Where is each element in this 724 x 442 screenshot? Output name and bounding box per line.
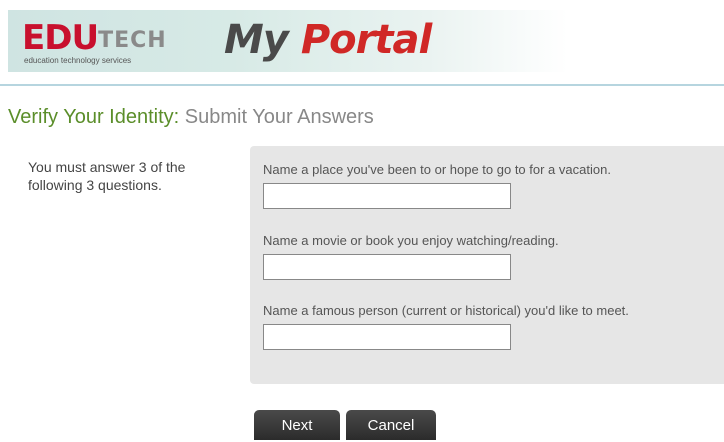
edutech-logo: EDUTECH education technology services [22,18,192,68]
questions-panel: Name a place you've been to or hope to g… [250,146,724,384]
page-title: Verify Your Identity: Submit Your Answer… [8,104,374,130]
question-3-label: Name a famous person (current or histori… [263,303,629,318]
question-1-answer-input[interactable] [263,183,511,209]
portal-title-portal: Portal [300,17,432,63]
header-divider [0,84,724,86]
question-2-label: Name a movie or book you enjoy watching/… [263,233,559,248]
logo-tagline: education technology services [24,56,132,65]
portal-title-my: My [224,17,289,63]
page-title-secondary: Submit Your Answers [184,106,374,128]
logo-edu-text: EDU [22,18,99,58]
question-3-answer-input[interactable] [263,324,511,350]
header-banner: EDUTECH education technology services My… [8,10,568,72]
logo-tech-text: TECH [98,28,167,53]
question-1-label: Name a place you've been to or hope to g… [263,162,611,177]
portal-title: My Portal [224,16,432,64]
instructions-text: You must answer 3 of the following 3 que… [28,159,186,193]
question-2-answer-input[interactable] [263,254,511,280]
page-title-primary: Verify Your Identity: [8,106,180,128]
